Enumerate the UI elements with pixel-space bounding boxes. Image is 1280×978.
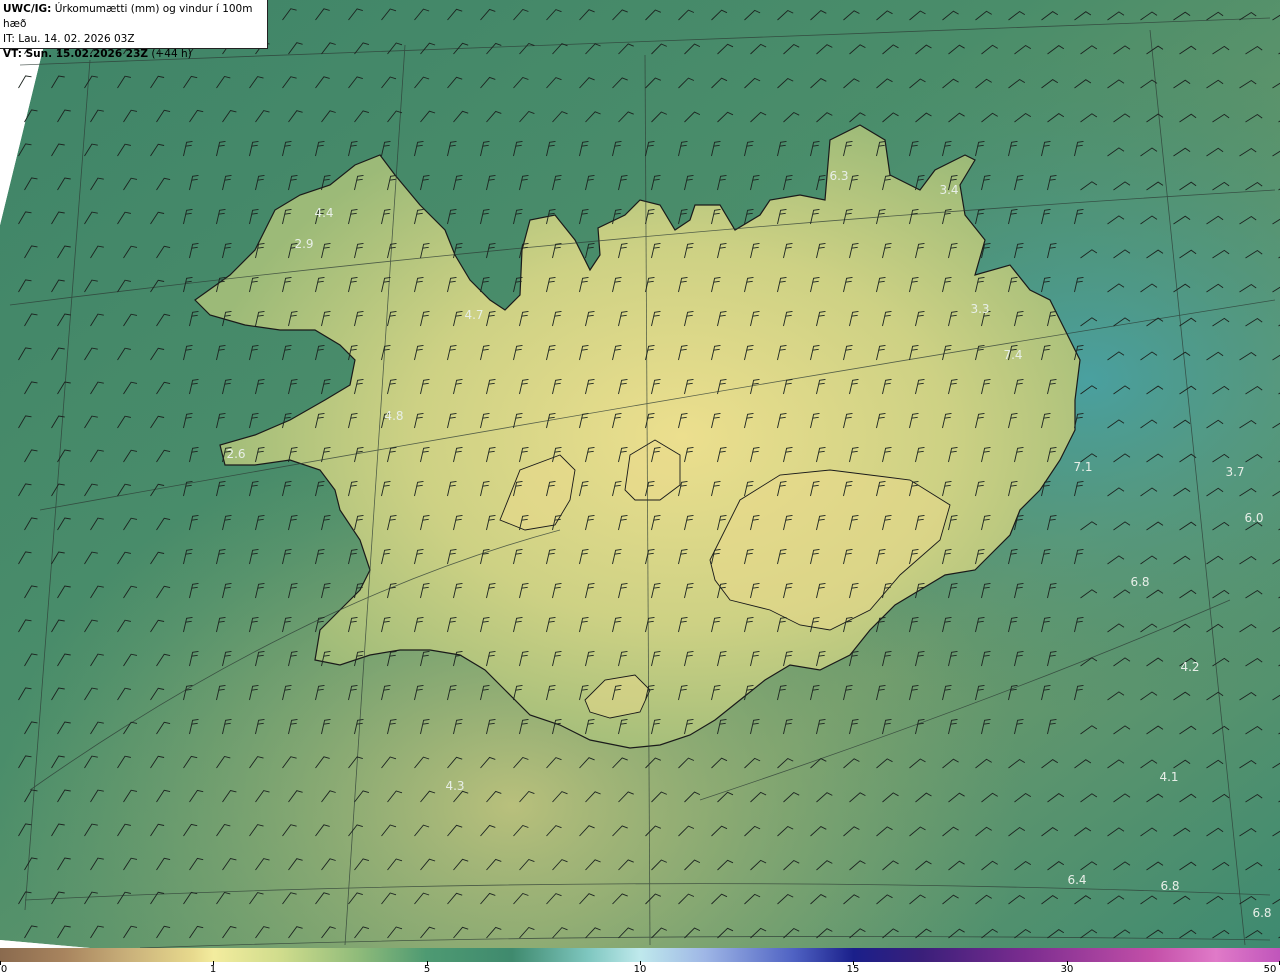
color-legend: 0 1 5 10 15 30 50	[0, 948, 1280, 978]
precip-value-label: 4.1	[1159, 770, 1178, 784]
legend-colorbar	[0, 948, 1280, 962]
precip-value-label: 2.9	[294, 237, 313, 251]
map-info-box: UWC/IG: Úrkomumætti (mm) og vindur í 100…	[0, 0, 268, 60]
lead-time: (+44 h)	[151, 48, 192, 60]
precip-value-label: 6.3	[829, 169, 848, 183]
precip-value-label: 6.0	[1244, 511, 1263, 525]
precip-value-label: 4.4	[314, 206, 333, 220]
precip-value-label: 6.8	[1252, 906, 1271, 920]
precip-value-label: 6.4	[1067, 873, 1086, 887]
legend-tick-label: 15	[846, 964, 860, 975]
legend-tick-label: 30	[1060, 964, 1074, 975]
legend-tick-label: 10	[633, 964, 647, 975]
weather-map: 6.3 3.4 4.4 2.9 4.7 3.3 7.4 4.8 2.6 7.1 3.7 6.0 6.8 4…	[0, 0, 1280, 948]
precip-value-label: 7.1	[1073, 460, 1092, 474]
precip-value-label: 4.8	[384, 409, 403, 423]
precip-value-label: 7.4	[1003, 348, 1022, 362]
precip-value-label: 3.3	[970, 302, 989, 316]
title-line: UWC/IG: Úrkomumætti (mm) og vindur í 100…	[3, 2, 267, 32]
precip-value-label: 2.6	[226, 447, 245, 461]
legend-tick-label: 50	[1263, 964, 1277, 975]
precip-value-label: 6.8	[1130, 575, 1149, 589]
valid-time: VT: Sun. 15.02.2026 23Z	[3, 48, 149, 60]
precip-value-label: 4.3	[445, 779, 464, 793]
precip-value-label: 3.7	[1225, 465, 1244, 479]
model-name: UWC/IG:	[3, 3, 52, 15]
precip-value-label: 4.7	[464, 308, 483, 322]
legend-tick-label: 5	[423, 964, 431, 975]
init-time: IT: Lau. 14. 02. 2026 03Z	[3, 33, 135, 45]
precip-value-label: 6.8	[1160, 879, 1179, 893]
precip-value-label: 3.4	[939, 183, 958, 197]
legend-tick-label: 1	[209, 964, 217, 975]
legend-tick-label: 0	[0, 964, 8, 975]
valid-time-line: VT: Sun. 15.02.2026 23Z (+44 h)	[3, 47, 267, 62]
precip-value-label: 4.2	[1180, 660, 1199, 674]
